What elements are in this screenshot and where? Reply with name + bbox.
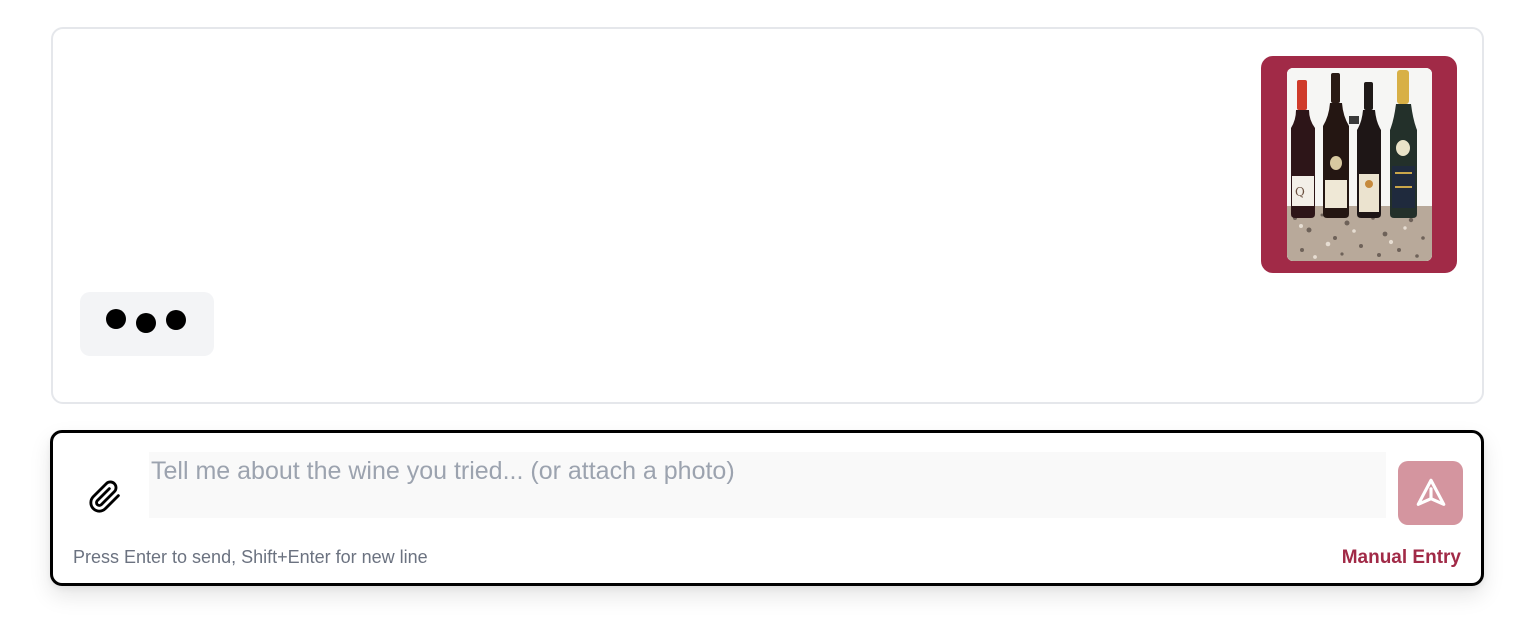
assistant-typing-indicator	[80, 292, 214, 356]
typing-dot	[106, 309, 126, 329]
user-photo-message: Q	[1261, 56, 1457, 273]
attach-photo-button[interactable]	[83, 475, 127, 519]
svg-text:Q: Q	[1295, 185, 1305, 199]
send-icon	[1416, 478, 1445, 506]
typing-dot	[136, 313, 156, 333]
keyboard-hint: Press Enter to send, Shift+Enter for new…	[73, 547, 428, 567]
paperclip-icon	[89, 480, 120, 513]
message-composer: Press Enter to send, Shift+Enter for new…	[50, 430, 1484, 586]
typing-dot	[166, 310, 186, 330]
wine-bottles-image: Q	[1286, 68, 1432, 261]
send-button[interactable]	[1398, 461, 1463, 525]
message-input[interactable]	[149, 452, 1386, 518]
manual-entry-link[interactable]: Manual Entry	[1342, 547, 1461, 569]
chat-messages-panel[interactable]: Q	[51, 27, 1484, 404]
wine-bottles-photo[interactable]: Q	[1286, 68, 1432, 261]
